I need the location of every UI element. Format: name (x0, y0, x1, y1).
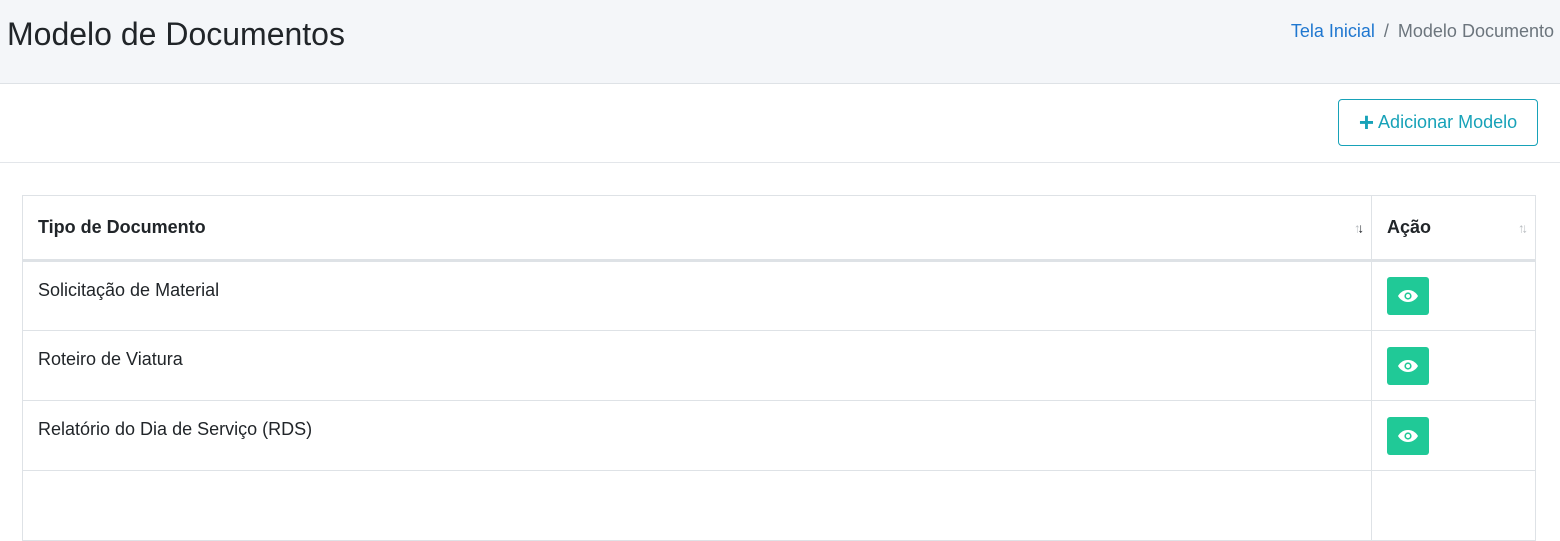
table-row: Relatório do Dia de Serviço (RDS) (22, 400, 1536, 471)
document-type-label: Roteiro de Viatura (38, 349, 183, 369)
table-row (22, 470, 1536, 541)
documents-table: Tipo de Documento ↑↓ Ação ↑↓ Solicitação… (22, 195, 1536, 541)
plus-icon: + (1358, 106, 1375, 137)
document-type-cell: Roteiro de Viatura (22, 330, 1372, 401)
document-type-label: Relatório do Dia de Serviço (RDS) (38, 419, 313, 439)
action-cell (1371, 400, 1536, 471)
sort-desc-icon[interactable]: ↑↓ (1354, 220, 1364, 235)
table-header-row: Tipo de Documento ↑↓ Ação ↑↓ (22, 195, 1536, 262)
table-row: Solicitação de Material (22, 260, 1536, 331)
view-button[interactable] (1387, 277, 1429, 315)
add-model-button[interactable]: + Adicionar Modelo (1338, 99, 1538, 146)
eye-icon (1398, 359, 1418, 372)
page-title: Modelo de Documentos (7, 16, 345, 52)
eye-icon (1398, 290, 1418, 302)
breadcrumb: Tela Inicial / Modelo Documento (1291, 20, 1554, 42)
table-row: Roteiro de Viatura (22, 330, 1536, 401)
action-cell (1371, 260, 1536, 331)
eye-icon (1398, 429, 1418, 442)
view-button[interactable] (1387, 346, 1429, 385)
view-button[interactable] (1387, 416, 1429, 455)
breadcrumb-home-link[interactable]: Tela Inicial (1291, 21, 1375, 41)
add-model-label: Adicionar Modelo (1378, 112, 1518, 132)
breadcrumb-current: Modelo Documento (1397, 21, 1554, 41)
toolbar: + Adicionar Modelo (0, 84, 1560, 163)
column-header-acao-label: Ação (1387, 217, 1432, 237)
action-cell (1371, 470, 1536, 541)
documents-table-wrapper: Tipo de Documento ↑↓ Ação ↑↓ Solicitação… (22, 195, 1536, 541)
document-type-cell: Relatório do Dia de Serviço (RDS) (22, 400, 1372, 471)
document-type-cell (22, 470, 1372, 541)
document-type-cell: Solicitação de Material (22, 260, 1372, 331)
document-type-label: Solicitação de Material (38, 279, 220, 300)
column-header-tipo[interactable]: Tipo de Documento ↑↓ (22, 195, 1372, 262)
content-header: Modelo de Documentos Tela Inicial / Modelo… (0, 0, 1560, 84)
column-header-acao[interactable]: Ação ↑↓ (1371, 195, 1536, 262)
column-header-tipo-label: Tipo de Documento (38, 217, 206, 237)
action-cell (1371, 330, 1536, 401)
sort-icon[interactable]: ↑↓ (1518, 220, 1528, 235)
breadcrumb-separator: / (1383, 21, 1389, 41)
